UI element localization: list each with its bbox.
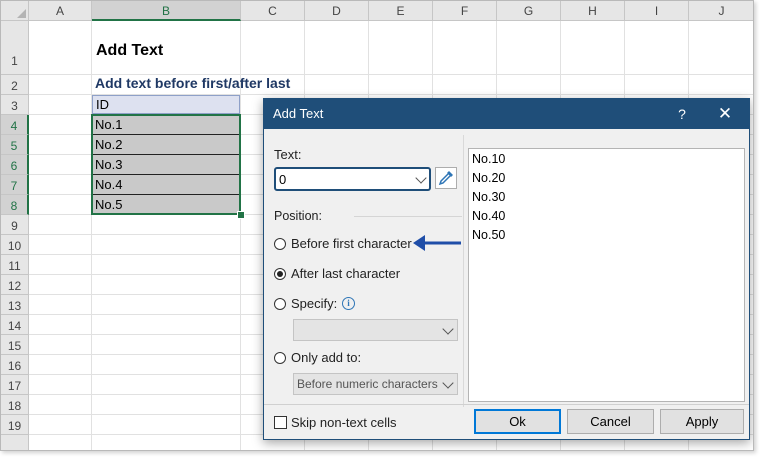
row-header-8[interactable]: 8 bbox=[1, 195, 29, 215]
sheet-title: Add Text bbox=[96, 42, 164, 59]
apply-button[interactable]: Apply bbox=[660, 409, 744, 434]
chevron-down-icon[interactable] bbox=[415, 172, 427, 184]
spreadsheet: A B C D E F G H I J 1 2 3 4 5 6 7 8 9 10… bbox=[0, 0, 754, 451]
id-header-cell[interactable]: ID bbox=[92, 95, 240, 114]
row-header-9[interactable]: 9 bbox=[1, 215, 29, 235]
list-item: No.40 bbox=[472, 209, 506, 223]
only-add-to-combobox[interactable]: Before numeric characters bbox=[293, 373, 458, 395]
close-button[interactable]: ✕ bbox=[712, 99, 738, 129]
fill-handle[interactable] bbox=[237, 211, 245, 219]
column-header-e[interactable]: E bbox=[369, 1, 433, 21]
list-item: No.20 bbox=[472, 171, 506, 185]
row-header-14[interactable]: 14 bbox=[1, 315, 29, 335]
row-header-20[interactable] bbox=[1, 435, 29, 450]
position-label: Position: bbox=[274, 209, 322, 223]
dialog-titlebar[interactable]: Add Text ? ✕ bbox=[264, 99, 749, 129]
cancel-button[interactable]: Cancel bbox=[567, 409, 654, 434]
row-header-6[interactable]: 6 bbox=[1, 155, 29, 175]
skip-nontext-label[interactable]: Skip non-text cells bbox=[291, 415, 397, 430]
column-header-f[interactable]: F bbox=[433, 1, 497, 21]
text-label: Text: bbox=[274, 147, 302, 162]
row-header-19[interactable]: 19 bbox=[1, 415, 29, 435]
column-header-d[interactable]: D bbox=[305, 1, 369, 21]
row-header-7[interactable]: 7 bbox=[1, 175, 29, 195]
selection-range bbox=[91, 114, 241, 215]
row-header-3[interactable]: 3 bbox=[1, 95, 29, 115]
radio-before-first[interactable] bbox=[274, 238, 286, 250]
help-button[interactable]: ? bbox=[672, 99, 692, 129]
column-header-j[interactable]: J bbox=[689, 1, 753, 21]
list-item: No.50 bbox=[472, 228, 506, 242]
radio-only-add-to[interactable] bbox=[274, 352, 286, 364]
row-header-18[interactable]: 18 bbox=[1, 395, 29, 415]
eyedropper-icon bbox=[438, 171, 453, 186]
sheet-subtitle: Add text before first/after last bbox=[95, 75, 291, 91]
only-add-to-value: Before numeric characters bbox=[297, 377, 438, 391]
dialog-title: Add Text bbox=[273, 106, 324, 121]
row-header-1[interactable]: 1 bbox=[1, 21, 29, 75]
list-item: No.10 bbox=[472, 152, 506, 166]
row-header-2[interactable]: 2 bbox=[1, 75, 29, 95]
row-header-17[interactable]: 17 bbox=[1, 375, 29, 395]
column-header-b[interactable]: B bbox=[92, 1, 241, 21]
row-header-12[interactable]: 12 bbox=[1, 275, 29, 295]
row-header-5[interactable]: 5 bbox=[1, 135, 29, 155]
cell-picker-button[interactable] bbox=[435, 167, 457, 189]
row-header-15[interactable]: 15 bbox=[1, 335, 29, 355]
column-header-g[interactable]: G bbox=[497, 1, 561, 21]
after-last-label[interactable]: After last character bbox=[291, 266, 400, 281]
skip-nontext-checkbox[interactable] bbox=[274, 416, 287, 429]
info-icon[interactable]: i bbox=[342, 297, 355, 310]
row-header-4[interactable]: 4 bbox=[1, 115, 29, 135]
row-header-11[interactable]: 11 bbox=[1, 255, 29, 275]
radio-after-last[interactable] bbox=[274, 268, 286, 280]
row-header-13[interactable]: 13 bbox=[1, 295, 29, 315]
chevron-down-icon[interactable] bbox=[442, 377, 454, 389]
column-header-c[interactable]: C bbox=[241, 1, 305, 21]
before-first-label[interactable]: Before first character bbox=[291, 236, 412, 251]
list-item: No.30 bbox=[472, 190, 506, 204]
column-header-a[interactable]: A bbox=[29, 1, 92, 21]
column-header-i[interactable]: I bbox=[625, 1, 689, 21]
arrow-left-icon bbox=[413, 235, 461, 251]
specify-label[interactable]: Specify: bbox=[291, 296, 337, 311]
row-header-10[interactable]: 10 bbox=[1, 235, 29, 255]
select-all-corner[interactable] bbox=[1, 1, 29, 21]
preview-list[interactable]: No.10 No.20 No.30 No.40 No.50 bbox=[468, 148, 745, 402]
only-add-to-label[interactable]: Only add to: bbox=[291, 350, 361, 365]
radio-specify[interactable] bbox=[274, 298, 286, 310]
specify-combobox[interactable] bbox=[293, 319, 458, 341]
text-combobox[interactable]: 0 bbox=[274, 167, 431, 191]
add-text-dialog: Add Text ? ✕ Text: 0 Position: Before fi… bbox=[263, 98, 750, 440]
text-value: 0 bbox=[279, 172, 287, 187]
column-header-h[interactable]: H bbox=[561, 1, 625, 21]
row-header-16[interactable]: 16 bbox=[1, 355, 29, 375]
chevron-down-icon[interactable] bbox=[442, 323, 454, 335]
ok-button[interactable]: Ok bbox=[474, 409, 561, 434]
